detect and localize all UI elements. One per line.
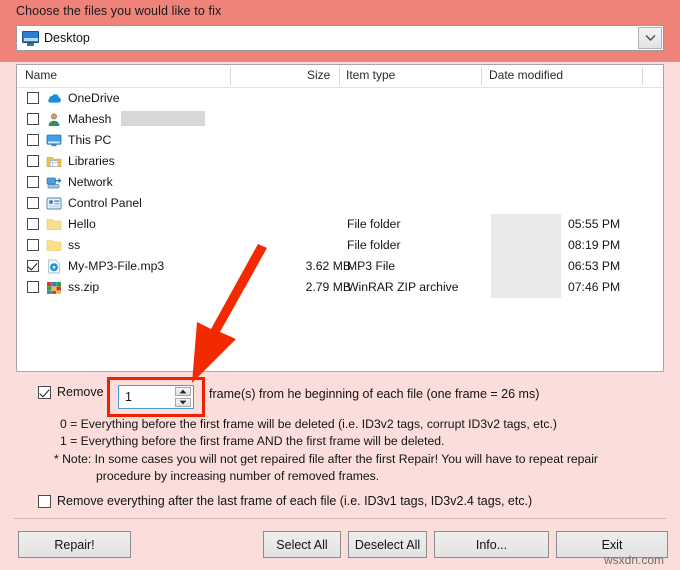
- row-name: ss.zip: [68, 280, 100, 294]
- spinner-buttons[interactable]: [175, 387, 191, 407]
- row-checkbox[interactable]: [27, 155, 39, 167]
- file-list-rows: OneDrive Mahesh This PC Libraries Network Con…: [17, 88, 663, 298]
- row-checkbox[interactable]: [27, 92, 39, 104]
- header-divider[interactable]: [230, 67, 231, 85]
- page-title: Choose the files you would like to fix: [16, 4, 222, 18]
- row-date-modified: 07:46 PM: [568, 280, 621, 294]
- folder-icon: [46, 238, 62, 253]
- column-header-date-modified[interactable]: Date modified: [489, 68, 563, 82]
- select-all-button[interactable]: Select All: [263, 531, 341, 558]
- row-checkbox[interactable]: [27, 281, 39, 293]
- table-row[interactable]: Hello File folder 05:55 PM: [17, 214, 663, 235]
- row-checkbox[interactable]: [27, 197, 39, 209]
- user-account-icon: [46, 112, 62, 127]
- row-checkbox[interactable]: [27, 260, 39, 272]
- row-date-modified: 05:55 PM: [568, 217, 621, 231]
- row-name: Mahesh: [68, 112, 112, 126]
- repair-button[interactable]: Repair!: [18, 531, 131, 558]
- table-row[interactable]: Mahesh: [17, 109, 663, 130]
- row-name: Network: [68, 175, 113, 189]
- network-icon: [46, 175, 62, 190]
- winrar-zip-icon: [46, 280, 62, 295]
- row-name: Control Panel: [68, 196, 142, 210]
- row-name: Libraries: [68, 154, 115, 168]
- row-name: OneDrive: [68, 91, 120, 105]
- blurred-date: [491, 256, 561, 277]
- watermark: wsxdn.com: [604, 553, 665, 567]
- column-header-item-type[interactable]: Item type: [346, 68, 395, 82]
- desktop-icon: [22, 30, 39, 46]
- folder-icon: [46, 217, 62, 232]
- row-item-type: MP3 File: [347, 259, 396, 273]
- row-checkbox[interactable]: [27, 113, 39, 125]
- frames-tail-label: frame(s) from he beginning of each file …: [209, 387, 540, 401]
- row-checkbox[interactable]: [27, 176, 39, 188]
- chevron-down-icon[interactable]: [638, 27, 662, 49]
- file-list[interactable]: Name Size Item type Date modified OneDri…: [16, 64, 664, 372]
- mp3-file-icon: [46, 259, 62, 274]
- row-name: My-MP3-File.mp3: [68, 259, 165, 273]
- row-checkbox[interactable]: [27, 134, 39, 146]
- note-line-2: procedure by increasing number of remove…: [96, 469, 380, 483]
- blurred-date: [491, 235, 561, 256]
- location-value: Desktop: [44, 31, 90, 45]
- frame-count-value[interactable]: 1: [125, 390, 132, 404]
- libraries-icon: [46, 154, 62, 169]
- spinner-up-arrow-icon[interactable]: [175, 387, 191, 396]
- row-name: Hello: [68, 217, 96, 231]
- remove-frames-label: Remove: [57, 385, 104, 399]
- info-button[interactable]: Info...: [434, 531, 549, 558]
- spinner-down-arrow-icon[interactable]: [175, 398, 191, 407]
- blurred-date: [491, 277, 561, 298]
- row-name: This PC: [68, 133, 112, 147]
- header-divider[interactable]: [481, 67, 482, 85]
- header-divider[interactable]: [642, 67, 643, 85]
- hint-zero: 0 = Everything before the first frame wi…: [60, 417, 557, 431]
- blurred-date: [491, 214, 561, 235]
- row-size: 3.62 MB: [305, 259, 351, 273]
- deselect-all-button[interactable]: Deselect All: [348, 531, 427, 558]
- this-pc-monitor-icon: [46, 133, 62, 148]
- row-checkbox[interactable]: [27, 239, 39, 251]
- row-name: ss: [68, 238, 81, 252]
- remove-frames-option[interactable]: Remove: [38, 385, 104, 399]
- remove-after-last-label: Remove everything after the last frame o…: [57, 494, 533, 508]
- row-date-modified: 08:19 PM: [568, 238, 621, 252]
- note-line-1: * Note: In some cases you will not get r…: [54, 452, 598, 466]
- remove-frames-checkbox[interactable]: [38, 385, 51, 399]
- header-divider[interactable]: [339, 67, 340, 85]
- table-row[interactable]: My-MP3-File.mp3 3.62 MB MP3 File 06:53 PM: [17, 256, 663, 277]
- location-combobox[interactable]: Desktop: [16, 25, 664, 51]
- row-item-type: File folder: [347, 217, 401, 231]
- hint-one: 1 = Everything before the first frame AN…: [60, 434, 445, 448]
- remove-after-last-option[interactable]: Remove everything after the last frame o…: [38, 494, 532, 508]
- redacted-text: [121, 111, 205, 126]
- column-header-name[interactable]: Name: [25, 68, 57, 82]
- table-row[interactable]: OneDrive: [17, 88, 663, 109]
- table-row[interactable]: ss File folder 08:19 PM: [17, 235, 663, 256]
- table-row[interactable]: Network: [17, 172, 663, 193]
- divider: [14, 518, 666, 519]
- table-row[interactable]: Control Panel: [17, 193, 663, 214]
- table-row[interactable]: Libraries: [17, 151, 663, 172]
- remove-after-last-checkbox[interactable]: [38, 494, 51, 508]
- column-header-size[interactable]: Size: [307, 68, 330, 82]
- control-panel-icon: [46, 196, 62, 211]
- table-row[interactable]: This PC: [17, 130, 663, 151]
- table-row[interactable]: ss.zip 2.79 MB WinRAR ZIP archive 07:46 PM: [17, 277, 663, 298]
- row-date-modified: 06:53 PM: [568, 259, 621, 273]
- onedrive-cloud-icon: [46, 91, 62, 106]
- row-item-type: File folder: [347, 238, 401, 252]
- row-checkbox[interactable]: [27, 218, 39, 230]
- frame-count-spinner[interactable]: 1: [118, 385, 194, 409]
- file-list-header: Name Size Item type Date modified: [17, 65, 663, 88]
- row-item-type: WinRAR ZIP archive: [347, 280, 459, 294]
- row-size: 2.79 MB: [305, 280, 351, 294]
